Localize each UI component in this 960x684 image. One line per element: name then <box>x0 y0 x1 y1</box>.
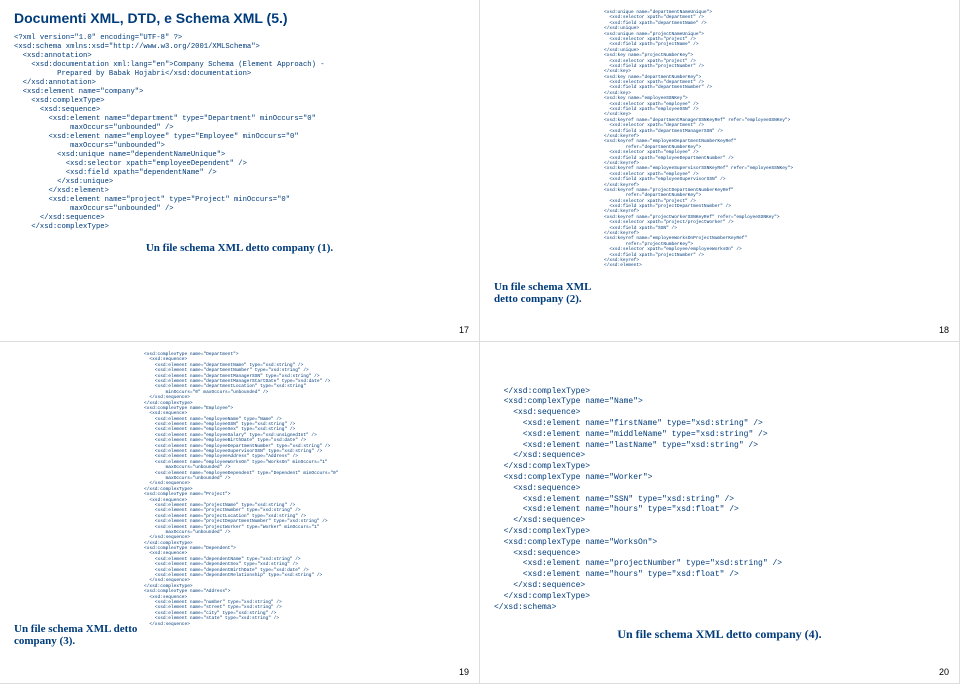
caption: Un file schema XML detto company (2). <box>494 281 604 305</box>
slide-17: Documenti XML, DTD, e Schema XML (5.) <?… <box>0 0 480 342</box>
code-block: <xsd:unique name="departmentNameUnique">… <box>604 10 945 269</box>
caption: Un file schema XML detto company (1). <box>14 242 465 254</box>
page-number: 18 <box>939 325 949 335</box>
caption: Un file schema XML detto company (4). <box>494 627 945 642</box>
caption: Un file schema XML detto company (3). <box>14 623 144 647</box>
slide-18: Un file schema XML detto company (2). <x… <box>480 0 960 342</box>
page-number: 19 <box>459 667 469 677</box>
page-number: 17 <box>459 325 469 335</box>
slide-20: </xsd:complexType> <xsd:complexType name… <box>480 342 960 684</box>
code-block: </xsd:complexType> <xsd:complexType name… <box>494 387 945 614</box>
code-block: <xsd:complexType name="Department"> <xsd… <box>144 352 465 627</box>
slide-19: Un file schema XML detto company (3). <x… <box>0 342 480 684</box>
code-block: <?xml version="1.0" encoding="UTF-8" ?> … <box>14 34 465 232</box>
page-number: 20 <box>939 667 949 677</box>
slides-grid: Documenti XML, DTD, e Schema XML (5.) <?… <box>0 0 960 684</box>
slide-title: Documenti XML, DTD, e Schema XML (5.) <box>14 10 465 26</box>
